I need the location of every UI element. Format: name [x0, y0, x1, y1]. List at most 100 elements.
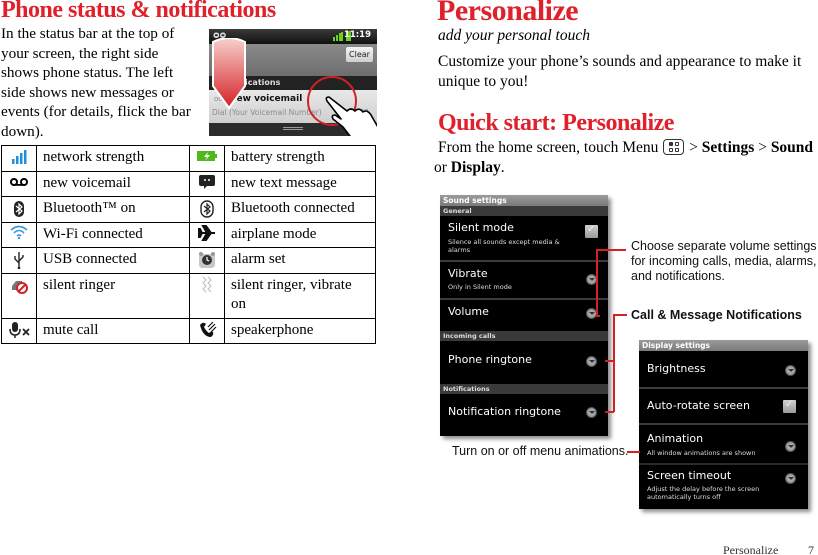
notification-ringtone-title: Notification ringtone	[448, 405, 561, 418]
icon-label: new text message	[224, 170, 376, 197]
icon-cell	[1, 170, 37, 197]
wifi-icon	[9, 225, 29, 243]
flick-down-arrow-icon	[212, 38, 246, 110]
screen-timeout-title: Screen timeout	[647, 469, 732, 482]
table-row: Bluetooth™ on Bluetooth connected	[1, 196, 376, 223]
notif-bracket-line	[605, 411, 614, 413]
vibrate-row[interactable]: Vibrate Only in Silent mode	[440, 262, 608, 300]
table-row: Wi-Fi connected airplane mode	[1, 221, 376, 248]
notification-ringtone-dropdown-icon[interactable]	[586, 407, 597, 418]
vibrate-title: Vibrate	[448, 267, 488, 280]
volume-title: Volume	[448, 305, 489, 318]
notifications-header: Notifications	[440, 384, 608, 394]
silent-mode-checkbox[interactable]	[585, 224, 598, 238]
icon-cell	[189, 247, 225, 274]
silent-mode-subtitle: Silence all sounds except media & alarms	[448, 238, 560, 254]
auto-rotate-row[interactable]: Auto-rotate screen	[639, 389, 808, 425]
page-intro: Customize your phone’s sounds and appear…	[438, 53, 802, 90]
icon-label: mute call	[36, 317, 190, 344]
page-number: 7	[808, 543, 814, 555]
incoming-calls-header: Incoming calls	[440, 331, 608, 341]
volume-leader-line	[596, 315, 600, 317]
phone-ringtone-row[interactable]: Phone ringtone	[440, 341, 608, 384]
qs-sep: >	[685, 139, 702, 156]
page-subtitle: add your personal touch	[438, 27, 590, 44]
silent-mode-title: Silent mode	[448, 221, 514, 234]
screen-timeout-row[interactable]: Screen timeout Adjust the delay before t…	[639, 465, 808, 507]
phone-ringtone-title: Phone ringtone	[448, 353, 532, 366]
clear-button[interactable]: Clear	[346, 47, 373, 62]
brightness-dropdown-icon[interactable]	[785, 365, 796, 376]
icon-label: silent ringer, vibrate on	[224, 272, 376, 319]
auto-rotate-title: Auto-rotate screen	[647, 399, 750, 412]
silent-mode-row[interactable]: Silent mode Silence all sounds except me…	[440, 216, 608, 262]
footer-section-name: Personalize	[723, 543, 779, 555]
icon-cell	[1, 145, 37, 172]
volume-leader-line	[596, 249, 626, 251]
screen-timeout-dropdown-icon[interactable]	[785, 473, 796, 484]
quick-start-text: From the home screen, touch Menu > Setti…	[434, 138, 818, 178]
airplane-icon	[196, 225, 217, 243]
animation-callout: Turn on or off menu animations.	[452, 444, 629, 458]
usb-icon	[9, 251, 29, 269]
icon-label: speakerphone	[224, 317, 376, 344]
menu-key-icon	[663, 139, 685, 155]
icon-cell	[1, 272, 37, 319]
qs-sound: Sound	[770, 139, 814, 156]
icon-cell	[189, 170, 225, 197]
brightness-row[interactable]: Brightness	[639, 351, 808, 389]
general-header: General	[440, 206, 608, 216]
icon-label: Bluetooth™ on	[36, 196, 190, 223]
section-title: Phone status & notifications	[1, 0, 276, 23]
sound-settings-title: Sound settings	[440, 195, 608, 206]
icon-cell	[1, 247, 37, 274]
icon-label: silent ringer	[36, 272, 190, 319]
icon-label: airplane mode	[224, 221, 376, 248]
table-row: silent ringer silent ringer, vibrate on	[1, 272, 376, 319]
qs-end: .	[500, 159, 505, 176]
intro-paragraph: In the status bar at the top of your scr…	[1, 25, 191, 140]
phone-ringtone-dropdown-icon[interactable]	[586, 356, 597, 367]
icon-cell	[189, 221, 225, 248]
vibrate-icon	[197, 276, 217, 294]
qs-or: or	[434, 159, 451, 176]
table-row: network strength battery strength	[1, 145, 376, 172]
icon-cell	[189, 145, 225, 172]
display-settings-screen: Display settings Brightness Auto-rotate …	[639, 340, 808, 509]
voicemail-icon	[9, 174, 29, 192]
auto-rotate-checkbox[interactable]	[783, 399, 796, 413]
notif-bracket-line	[605, 360, 614, 362]
status-icon-table: network strength battery strength new voic…	[1, 145, 376, 344]
icon-label: battery strength	[224, 145, 376, 172]
table-row: new voicemail new text message	[1, 170, 376, 197]
notification-ringtone-row[interactable]: Notification ringtone	[440, 394, 608, 438]
qs-settings: Settings	[701, 139, 755, 156]
vibrate-subtitle: Only in Silent mode	[448, 283, 512, 291]
status-bar-screenshot: ᴑᴑ 11:19 Clear Notifications oo New voic…	[209, 29, 377, 136]
animation-subtitle: All window animations are shown	[647, 449, 756, 457]
icon-cell	[189, 196, 225, 223]
animation-title: Animation	[647, 432, 704, 445]
drag-handle[interactable]	[283, 127, 303, 130]
speakerphone-icon	[197, 321, 217, 339]
icon-label: network strength	[36, 145, 190, 172]
volume-row[interactable]: Volume	[440, 300, 608, 325]
icon-label: Bluetooth connected	[224, 196, 376, 223]
text-message-icon	[197, 174, 217, 192]
icon-label: new voicemail	[36, 170, 190, 197]
bluetooth-on-icon	[9, 200, 29, 218]
animation-dropdown-icon[interactable]	[785, 441, 796, 452]
notif-bracket-line	[613, 314, 627, 316]
icon-label: alarm set	[224, 247, 376, 274]
signal-icon	[333, 32, 343, 41]
animation-row[interactable]: Animation All window animations are show…	[639, 425, 808, 465]
icon-cell	[1, 221, 37, 248]
sound-settings-screen: Sound settings General Silent mode Silen…	[440, 195, 608, 436]
silent-ringer-icon	[9, 276, 29, 295]
page-title: Personalize	[437, 0, 579, 27]
network-strength-icon	[9, 149, 29, 167]
qs-display: Display	[450, 159, 501, 176]
alarm-icon	[197, 251, 217, 269]
table-row: USB connected alarm set	[1, 247, 376, 274]
display-settings-title: Display settings	[639, 340, 808, 351]
